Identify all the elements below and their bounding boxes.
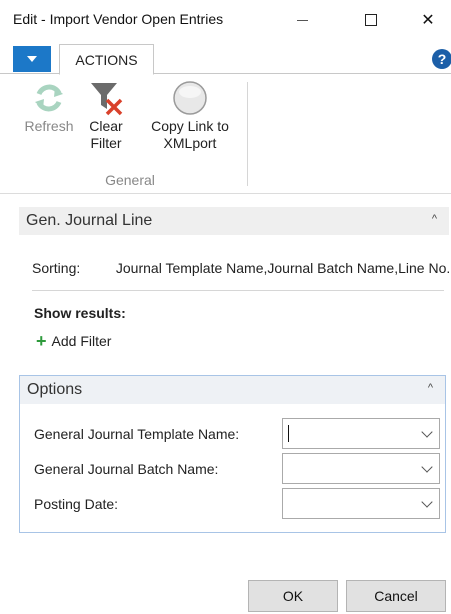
- posting-date-field[interactable]: [282, 488, 440, 519]
- copy-link-label-1: Copy Link to: [151, 118, 229, 134]
- minimize-icon: [296, 19, 308, 21]
- template-name-field[interactable]: [282, 418, 440, 449]
- collapse-chevron-icon[interactable]: ^: [432, 213, 437, 225]
- ribbon-actions-panel: Refresh Clear Filter Copy Link to XMLpor…: [0, 74, 451, 194]
- chevron-down-icon: [27, 56, 37, 62]
- collapse-chevron-icon[interactable]: ^: [428, 382, 433, 394]
- sorting-value[interactable]: Journal Template Name,Journal Batch Name…: [116, 260, 450, 276]
- plus-icon: +: [36, 331, 47, 351]
- sorting-row: Sorting: Journal Template Name,Journal B…: [32, 260, 451, 276]
- template-name-label: General Journal Template Name:: [34, 426, 240, 442]
- options-section-title: Options: [27, 381, 83, 398]
- add-filter-label: Add Filter: [51, 333, 112, 349]
- window-title: Edit - Import Vendor Open Entries: [13, 11, 224, 27]
- refresh-label: Refresh: [24, 118, 74, 134]
- copy-link-icon: [170, 78, 210, 118]
- chevron-down-icon[interactable]: [421, 426, 433, 438]
- tab-actions[interactable]: ACTIONS: [59, 44, 154, 75]
- close-button[interactable]: ✕: [405, 0, 451, 40]
- refresh-button[interactable]: Refresh: [19, 78, 79, 135]
- clear-filter-icon: [86, 78, 126, 118]
- ribbon-tab-row: ACTIONS ?: [0, 44, 451, 75]
- maximize-icon: [365, 14, 377, 26]
- clear-filter-button[interactable]: Clear Filter: [78, 78, 134, 152]
- copy-link-button[interactable]: Copy Link to XMLport: [138, 78, 242, 152]
- title-bar: Edit - Import Vendor Open Entries ✕: [0, 0, 451, 40]
- help-icon[interactable]: ?: [432, 49, 451, 69]
- app-menu-button[interactable]: [13, 46, 51, 72]
- add-filter-link[interactable]: + Add Filter: [36, 331, 112, 351]
- ok-button[interactable]: OK: [248, 580, 338, 612]
- refresh-icon: [29, 78, 69, 118]
- maximize-button[interactable]: [348, 0, 394, 40]
- close-icon: ✕: [421, 12, 435, 29]
- text-caret: [288, 425, 289, 442]
- sorting-divider: [32, 290, 444, 291]
- ribbon-group-label: General: [105, 172, 155, 188]
- clear-filter-label-2: Filter: [90, 135, 122, 151]
- gen-journal-section-title: Gen. Journal Line: [26, 212, 153, 229]
- ribbon-group-divider: [247, 82, 248, 186]
- show-results-heading: Show results:: [34, 305, 126, 321]
- chevron-down-icon[interactable]: [421, 461, 433, 473]
- posting-date-label: Posting Date:: [34, 496, 119, 512]
- batch-name-label: General Journal Batch Name:: [34, 461, 219, 477]
- cancel-button[interactable]: Cancel: [346, 580, 446, 612]
- options-section-header[interactable]: Options ^: [20, 376, 445, 404]
- clear-filter-label-1: Clear: [89, 118, 123, 134]
- chevron-down-icon[interactable]: [421, 496, 433, 508]
- batch-name-field[interactable]: [282, 453, 440, 484]
- gen-journal-section-header[interactable]: Gen. Journal Line ^: [19, 207, 449, 235]
- copy-link-label-2: XMLport: [163, 135, 217, 151]
- options-panel: Options ^ General Journal Template Name:…: [19, 375, 446, 533]
- minimize-button[interactable]: [279, 0, 325, 40]
- sorting-label: Sorting:: [32, 260, 81, 276]
